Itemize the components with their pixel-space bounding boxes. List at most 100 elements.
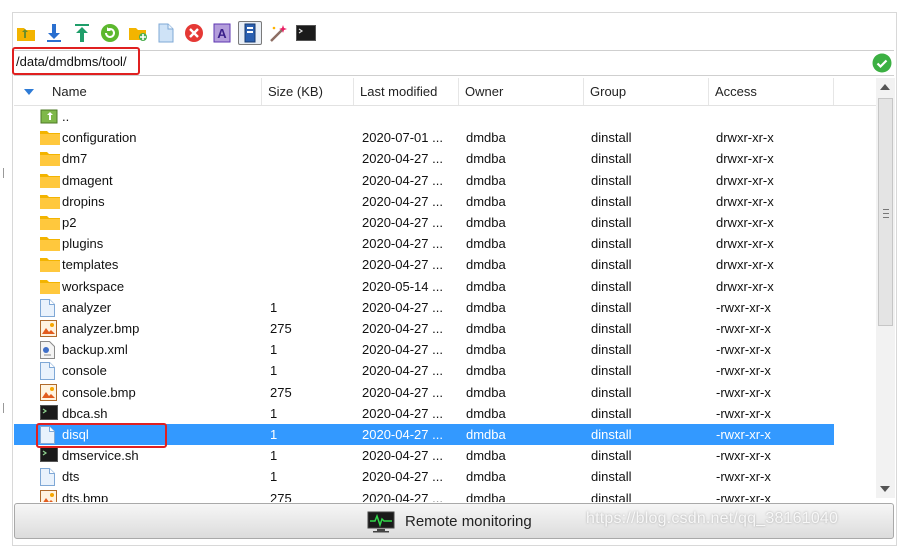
file-access: -rwxr-xr-x: [716, 299, 771, 315]
file-name: dmservice.sh: [62, 448, 139, 464]
file-size: 1: [270, 342, 278, 358]
file-name: p2: [62, 215, 77, 230]
file-size: 1: [270, 427, 278, 442]
file-row[interactable]: dts.bmp 275 2020-04-27 ... dmdba dinstall -rw…: [14, 488, 834, 502]
magic-wand-button[interactable]: [266, 21, 290, 45]
properties-button[interactable]: [238, 21, 262, 45]
file-row[interactable]: workspace 2020-05-14 ... dmdba dinstall drwx…: [14, 276, 834, 297]
file-row[interactable]: dropins 2020-04-27 ... dmdba dinstall drwxr-…: [14, 191, 834, 212]
file-name: templates: [62, 257, 119, 273]
file-name: workspace: [62, 278, 125, 294]
file-row[interactable]: dbca.sh 1 2020-04-27 ... dmdba dinstall -rwxr…: [14, 403, 834, 424]
file-owner: dmdba: [466, 193, 506, 209]
scroll-down-arrow-icon[interactable]: [880, 486, 890, 492]
magic-wand-icon: [270, 25, 287, 42]
file-modified: 2020-04-27 ...: [362, 342, 443, 358]
file-access: -rwxr-xr-x: [716, 363, 771, 379]
file-name: backup.xml: [62, 342, 128, 358]
file-modified: 2020-04-27 ...: [362, 257, 443, 273]
column-header-access[interactable]: Access: [709, 78, 834, 105]
rename-icon: A: [213, 23, 231, 43]
folder-icon: [40, 235, 60, 252]
file-access: -rwxr-xr-x: [716, 490, 771, 502]
file-name: dts.bmp: [62, 490, 109, 502]
column-header-owner[interactable]: Owner: [459, 78, 584, 105]
file-row[interactable]: p2 2020-04-27 ... dmdba dinstall drwxr-xr-x: [14, 212, 834, 233]
file-modified: 2020-04-27 ...: [362, 193, 443, 209]
column-header-name-label: Name: [52, 84, 87, 99]
file-access: -rwxr-xr-x: [716, 384, 771, 400]
file-row[interactable]: ..: [14, 106, 834, 127]
file-group: dinstall: [591, 257, 632, 273]
folder-icon: [40, 193, 60, 210]
new-folder-button[interactable]: [126, 21, 150, 45]
file-size: 1: [270, 405, 278, 421]
image-file-icon: [40, 489, 58, 502]
file-owner: dmdba: [466, 151, 506, 167]
path-bar: [14, 50, 894, 76]
file-group: dinstall: [591, 172, 632, 188]
file-row[interactable]: configuration 2020-07-01 ... dmdba dinstall…: [14, 127, 834, 148]
file-name: plugins: [62, 236, 104, 252]
file-modified: 2020-04-27 ...: [362, 405, 443, 421]
file-name: dts: [62, 469, 80, 485]
refresh-button[interactable]: [98, 21, 122, 45]
file-group: dinstall: [591, 193, 632, 209]
file-size: 1: [270, 299, 278, 315]
file-row[interactable]: analyzer 1 2020-04-27 ... dmdba dinstall -rwx…: [14, 297, 834, 318]
checkmark-icon[interactable]: [872, 53, 892, 73]
vertical-scrollbar[interactable]: [876, 78, 895, 498]
folder-icon: [40, 172, 60, 189]
parent-folder-button[interactable]: [14, 21, 38, 45]
file-modified: 2020-04-27 ...: [362, 321, 443, 336]
shell-script-icon: [40, 404, 58, 422]
scroll-up-arrow-icon[interactable]: [880, 84, 890, 90]
folder-icon: [40, 278, 60, 295]
upload-button[interactable]: [70, 21, 94, 45]
file-size: 1: [270, 448, 278, 464]
watermark-text: https://blog.csdn.net/qq_38161040: [586, 510, 839, 527]
file-name: configuration: [62, 130, 137, 146]
download-button[interactable]: [42, 21, 66, 45]
file-modified: 2020-04-27 ...: [362, 448, 443, 464]
path-highlight-box: [12, 47, 140, 75]
rename-button[interactable]: A: [210, 21, 234, 45]
file-row[interactable]: dmagent 2020-04-27 ... dmdba dinstall drwxr-…: [14, 170, 834, 191]
file-name: dropins: [62, 193, 105, 209]
file-row[interactable]: analyzer.bmp 275 2020-04-27 ... dmdba dinsta…: [14, 318, 834, 339]
file-owner: dmdba: [466, 469, 506, 485]
file-access: drwxr-xr-x: [716, 193, 774, 209]
file-name: ..: [62, 109, 70, 124]
file-row[interactable]: plugins 2020-04-27 ... dmdba dinstall drwxr-…: [14, 233, 834, 254]
file-name: analyzer.bmp: [62, 321, 140, 336]
terminal-button[interactable]: [294, 21, 318, 45]
file-size: 1: [270, 469, 278, 485]
column-header-group[interactable]: Group: [584, 78, 709, 105]
new-file-button[interactable]: [154, 21, 178, 45]
column-header-size[interactable]: Size (KB): [262, 78, 354, 105]
shell-script-icon: [40, 447, 58, 464]
file-modified: 2020-04-27 ...: [362, 236, 443, 252]
file-row[interactable]: dm7 2020-04-27 ... dmdba dinstall drwxr-xr-x: [14, 148, 834, 169]
file-modified: 2020-04-27 ...: [362, 384, 443, 400]
file-icon: [40, 298, 58, 317]
file-row[interactable]: dmservice.sh 1 2020-04-27 ... dmdba dinstall…: [14, 445, 834, 466]
file-owner: dmdba: [466, 384, 506, 400]
file-row[interactable]: console.bmp 275 2020-04-27 ... dmdba dinstal…: [14, 382, 834, 403]
file-group: dinstall: [591, 130, 632, 146]
parent-folder-icon: [17, 28, 35, 41]
column-header-modified[interactable]: Last modified: [354, 78, 459, 105]
file-access: -rwxr-xr-x: [716, 427, 771, 442]
column-header-name[interactable]: Name: [14, 78, 262, 105]
file-row[interactable]: templates 2020-04-27 ... dmdba dinstall drwx…: [14, 254, 834, 275]
file-owner: dmdba: [466, 490, 506, 502]
scrollbar-grip-icon: [883, 209, 889, 218]
file-group: dinstall: [591, 278, 632, 294]
file-row[interactable]: console 1 2020-04-27 ... dmdba dinstall -rwxr…: [14, 360, 834, 381]
file-group: dinstall: [591, 448, 632, 464]
scrollbar-thumb[interactable]: [878, 98, 893, 326]
delete-button[interactable]: [182, 21, 206, 45]
file-group: dinstall: [591, 299, 632, 315]
file-row[interactable]: backup.xml 1 2020-04-27 ... dmdba dinstall -r…: [14, 339, 834, 360]
file-row[interactable]: dts 1 2020-04-27 ... dmdba dinstall -rwxr-xr-…: [14, 466, 834, 487]
